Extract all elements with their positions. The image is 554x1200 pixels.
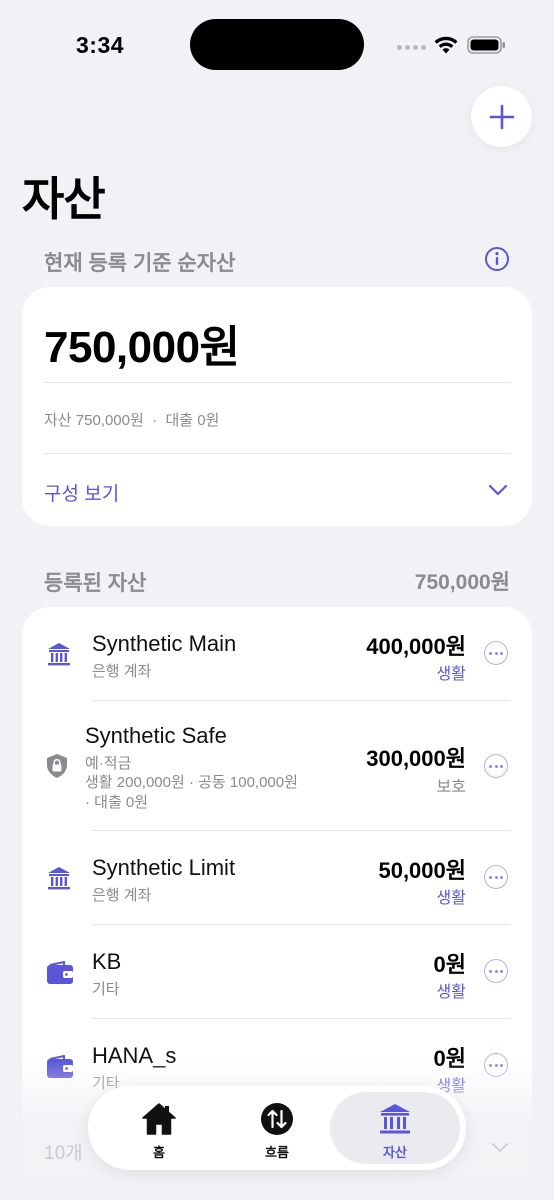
asset-row-synthetic-main[interactable]: Synthetic Main 은행 계좌 400,000원 생활: [22, 607, 532, 701]
asset-amount: 50,000원: [378, 858, 466, 883]
chevron-down-icon[interactable]: [490, 1141, 510, 1155]
signal-icon: [397, 45, 426, 50]
more-options-button[interactable]: [484, 641, 508, 665]
home-icon: [142, 1103, 176, 1135]
bank-icon: [48, 867, 70, 890]
asset-type: 은행 계좌: [92, 663, 152, 680]
asset-name: KB: [92, 949, 122, 974]
asset-row-kb[interactable]: KB 기타 0원 생활: [22, 925, 532, 1019]
asset-tag: 생활: [436, 984, 466, 1001]
tab-home[interactable]: 홈: [94, 1092, 224, 1164]
asset-tag: 생활: [436, 666, 466, 683]
divider: [44, 382, 510, 383]
tab-assets[interactable]: 자산: [330, 1092, 460, 1164]
asset-name: Synthetic Limit: [92, 855, 236, 880]
asset-amount: 0원: [433, 952, 466, 977]
asset-loan-breakdown: · 대출 0원: [85, 794, 149, 811]
tab-flow[interactable]: 흐름: [212, 1092, 342, 1164]
more-options-button[interactable]: [484, 959, 508, 983]
status-time: 3:34: [76, 32, 125, 58]
info-icon[interactable]: [484, 246, 510, 272]
bank-icon: [380, 1104, 410, 1134]
asset-name: Synthetic Safe: [85, 723, 227, 748]
asset-tag: 보호: [436, 779, 466, 796]
net-worth-card: 750,000원 자산 750,000원 · 대출 0원 구성 보기: [22, 287, 532, 526]
plus-icon: [489, 104, 514, 129]
compose-view-link[interactable]: 구성 보기: [44, 479, 119, 506]
more-options-button[interactable]: [484, 754, 508, 778]
add-asset-button[interactable]: [471, 86, 532, 147]
divider: [44, 453, 510, 454]
asset-type: 기타: [92, 981, 120, 998]
page-title: 자산: [22, 173, 106, 225]
asset-allocation-breakdown: 생활 200,000원 · 공동 100,000원: [85, 774, 298, 791]
tab-label: 자산: [383, 1145, 407, 1160]
asset-row-synthetic-safe[interactable]: Synthetic Safe 예·적금 생활 200,000원 · 공동 100…: [22, 701, 532, 831]
wifi-icon: [434, 36, 458, 54]
registered-assets-label: 등록된 자산: [44, 572, 147, 595]
wallet-icon: [47, 961, 73, 984]
asset-amount: 400,000원: [366, 634, 466, 659]
tab-label: 홈: [153, 1145, 165, 1160]
lock-shield-icon: [47, 754, 67, 778]
chevron-down-icon[interactable]: [486, 482, 510, 498]
flow-icon: [261, 1103, 293, 1135]
registered-assets-total: 750,000원: [414, 571, 510, 594]
net-worth-amount: 750,000원: [44, 323, 240, 372]
net-worth-breakdown: 자산 750,000원 · 대출 0원: [44, 412, 220, 429]
dynamic-island: [190, 19, 364, 70]
asset-type: 은행 계좌: [92, 887, 152, 904]
net-worth-label: 현재 등록 기준 순자산: [44, 252, 236, 275]
battery-icon: [467, 36, 505, 54]
more-options-button[interactable]: [484, 865, 508, 889]
asset-row-synthetic-limit[interactable]: Synthetic Limit 은행 계좌 50,000원 생활: [22, 831, 532, 925]
asset-amount: 300,000원: [366, 746, 466, 771]
asset-name: Synthetic Main: [92, 631, 237, 656]
asset-tag: 생활: [436, 890, 466, 907]
bank-icon: [48, 643, 70, 666]
status-bar: 3:34: [0, 0, 554, 90]
tab-bar: 홈 흐름 자산: [88, 1086, 466, 1170]
tab-label: 흐름: [265, 1145, 289, 1160]
collapsed-asset-count[interactable]: 10개: [44, 1138, 83, 1165]
asset-type: 예·적금: [85, 755, 132, 772]
